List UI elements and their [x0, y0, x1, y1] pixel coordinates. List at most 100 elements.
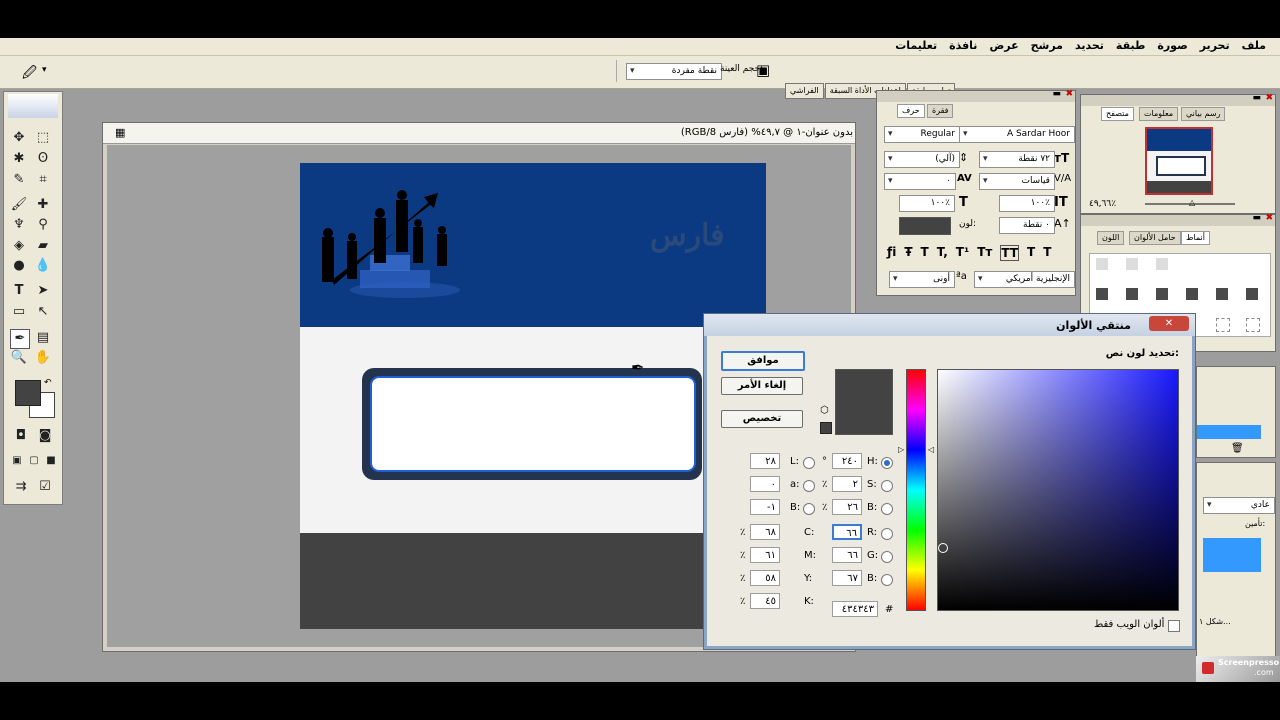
tab-info[interactable]: معلومات: [1139, 107, 1179, 121]
hue-input[interactable]: ٢٤٠: [832, 453, 862, 469]
kerning-select[interactable]: قياسات: [979, 173, 1055, 190]
saturation-input[interactable]: ٢: [832, 476, 862, 492]
color-field[interactable]: [937, 369, 1179, 611]
text-color-swatch[interactable]: [899, 217, 951, 235]
superscript-icon[interactable]: T¹: [956, 245, 969, 261]
zoom-tool-icon[interactable]: 🔍: [10, 349, 28, 367]
close-button[interactable]: ✕: [1149, 316, 1189, 331]
hand-tool-icon[interactable]: ✋: [34, 349, 52, 367]
screen-mode-full-icon[interactable]: ■: [42, 452, 60, 470]
blur-tool-icon[interactable]: 💧: [34, 257, 52, 275]
close-icon[interactable]: ✖: [1265, 93, 1273, 103]
radio-brightness[interactable]: [881, 503, 893, 515]
lab-a-input[interactable]: ٠: [750, 476, 780, 492]
menu-help[interactable]: تعليمات: [895, 39, 937, 52]
eyedropper-icon[interactable]: ✎: [10, 171, 28, 189]
blue-input[interactable]: ٦٧: [832, 570, 862, 586]
navigator-thumbnail[interactable]: [1145, 127, 1213, 195]
style-swatch[interactable]: [1216, 288, 1228, 300]
layer-name[interactable]: شكل ١...: [1199, 617, 1231, 626]
tab-navigator[interactable]: متصفح: [1101, 107, 1134, 121]
underline-icon[interactable]: T: [921, 245, 929, 261]
move-tool-icon[interactable]: ✥: [10, 129, 28, 147]
language-select[interactable]: الإنجليزية أمريكي: [974, 271, 1075, 288]
jump-to-imageready-icon[interactable]: ⇉: [12, 478, 30, 496]
well-tab-brushes[interactable]: الفراشي: [785, 83, 824, 99]
notes-tool-icon[interactable]: ▤: [34, 329, 52, 347]
menu-layer[interactable]: طبقة: [1116, 39, 1145, 52]
close-icon[interactable]: ✖: [1265, 213, 1273, 223]
yellow-input[interactable]: ٥٨: [750, 570, 780, 586]
font-family-select[interactable]: A Sardar Hoor: [959, 126, 1075, 143]
brush-tool-icon[interactable]: 🖌: [10, 196, 28, 214]
antialias-select[interactable]: أونى: [889, 271, 955, 288]
edit-imageready-icon[interactable]: ☑: [36, 478, 54, 496]
history-brush-icon[interactable]: ♆: [10, 216, 28, 234]
menu-view[interactable]: عرض: [989, 39, 1018, 52]
menu-select[interactable]: تحديد: [1075, 39, 1104, 52]
font-style-select[interactable]: Regular: [884, 126, 960, 143]
hue-slider-left-arrow-icon[interactable]: ▷: [898, 445, 904, 454]
hue-slider[interactable]: [906, 369, 926, 611]
green-input[interactable]: ٦٦: [832, 547, 862, 563]
tracking-select[interactable]: ٠: [884, 173, 956, 190]
selected-layer-row[interactable]: [1203, 538, 1261, 572]
tab-paragraph[interactable]: فقرة: [927, 104, 954, 118]
sample-size-select[interactable]: نقطة مفردة: [626, 63, 722, 80]
style-swatch[interactable]: [1216, 318, 1230, 332]
style-swatch[interactable]: [1186, 288, 1198, 300]
swap-colors-icon[interactable]: ↶: [44, 378, 52, 388]
eyedropper-tool-icon[interactable]: 🖉: [22, 62, 37, 86]
magic-wand-icon[interactable]: ✱: [10, 150, 28, 168]
style-swatch[interactable]: [1156, 258, 1168, 270]
zoom-slider-thumb-icon[interactable]: △: [1189, 198, 1195, 207]
path-select-icon[interactable]: ➤: [34, 282, 52, 300]
lab-l-input[interactable]: ٢٨: [750, 453, 780, 469]
style-swatch[interactable]: [1096, 288, 1108, 300]
style-swatch[interactable]: [1126, 288, 1138, 300]
baseline-shift-input[interactable]: ٠ نقطة: [999, 217, 1055, 234]
hue-slider-right-arrow-icon[interactable]: ◁: [928, 445, 934, 454]
italic-icon[interactable]: T: [1027, 245, 1035, 261]
cyan-input[interactable]: ٦٨: [750, 524, 780, 540]
brightness-input[interactable]: ٢٦: [832, 499, 862, 515]
red-input[interactable]: ٦٦: [832, 524, 862, 540]
radio-lab-a[interactable]: [803, 480, 815, 492]
minimize-icon[interactable]: ▬: [1252, 93, 1261, 103]
lasso-tool-icon[interactable]: ʘ: [34, 150, 52, 168]
healing-tool-icon[interactable]: ✚: [34, 196, 52, 214]
shape-tool-icon[interactable]: ▭: [10, 303, 28, 321]
strikethrough-icon[interactable]: T,: [937, 245, 948, 261]
magenta-input[interactable]: ٦١: [750, 547, 780, 563]
radio-lab-b[interactable]: [803, 503, 815, 515]
navigator-zoom[interactable]: ٤٩,٦٦٪: [1089, 199, 1116, 209]
marquee-tool-icon[interactable]: ⬚: [34, 129, 52, 147]
horizontal-scale-input[interactable]: ١٠٠٪: [899, 195, 955, 212]
black-input[interactable]: ٤٥: [750, 593, 780, 609]
radio-green[interactable]: [881, 551, 893, 563]
menu-image[interactable]: صورة: [1157, 39, 1187, 52]
style-swatch[interactable]: [1246, 288, 1258, 300]
custom-button[interactable]: تخصيص: [721, 410, 803, 428]
menu-edit[interactable]: تحرير: [1200, 39, 1230, 52]
history-selected-state[interactable]: [1197, 425, 1261, 439]
pen-tool-icon[interactable]: ↖: [34, 303, 52, 321]
foreground-color-swatch[interactable]: [15, 380, 41, 406]
lab-b-input[interactable]: -١: [750, 499, 780, 515]
tab-color[interactable]: اللون: [1097, 231, 1125, 245]
trash-icon[interactable]: 🗑: [1231, 443, 1244, 454]
radio-red[interactable]: [881, 528, 893, 540]
menu-filter[interactable]: مرشح: [1031, 39, 1063, 52]
palette-well-icon[interactable]: ▣: [756, 61, 770, 79]
canvas[interactable]: فارس: [300, 163, 766, 629]
ok-button[interactable]: موافق: [721, 351, 805, 371]
stamp-tool-icon[interactable]: ⚲: [34, 216, 52, 234]
style-swatch[interactable]: [1126, 258, 1138, 270]
dodge-tool-icon[interactable]: ●: [10, 257, 28, 275]
chevron-down-icon[interactable]: ▾: [42, 65, 47, 75]
text-frame-inner[interactable]: [370, 376, 696, 472]
quick-mask-icon[interactable]: ◙: [36, 427, 54, 445]
text-frame[interactable]: [362, 368, 702, 480]
web-only-checkbox[interactable]: [1168, 620, 1180, 632]
faux-bold-icon[interactable]: ƒi: [887, 245, 896, 261]
